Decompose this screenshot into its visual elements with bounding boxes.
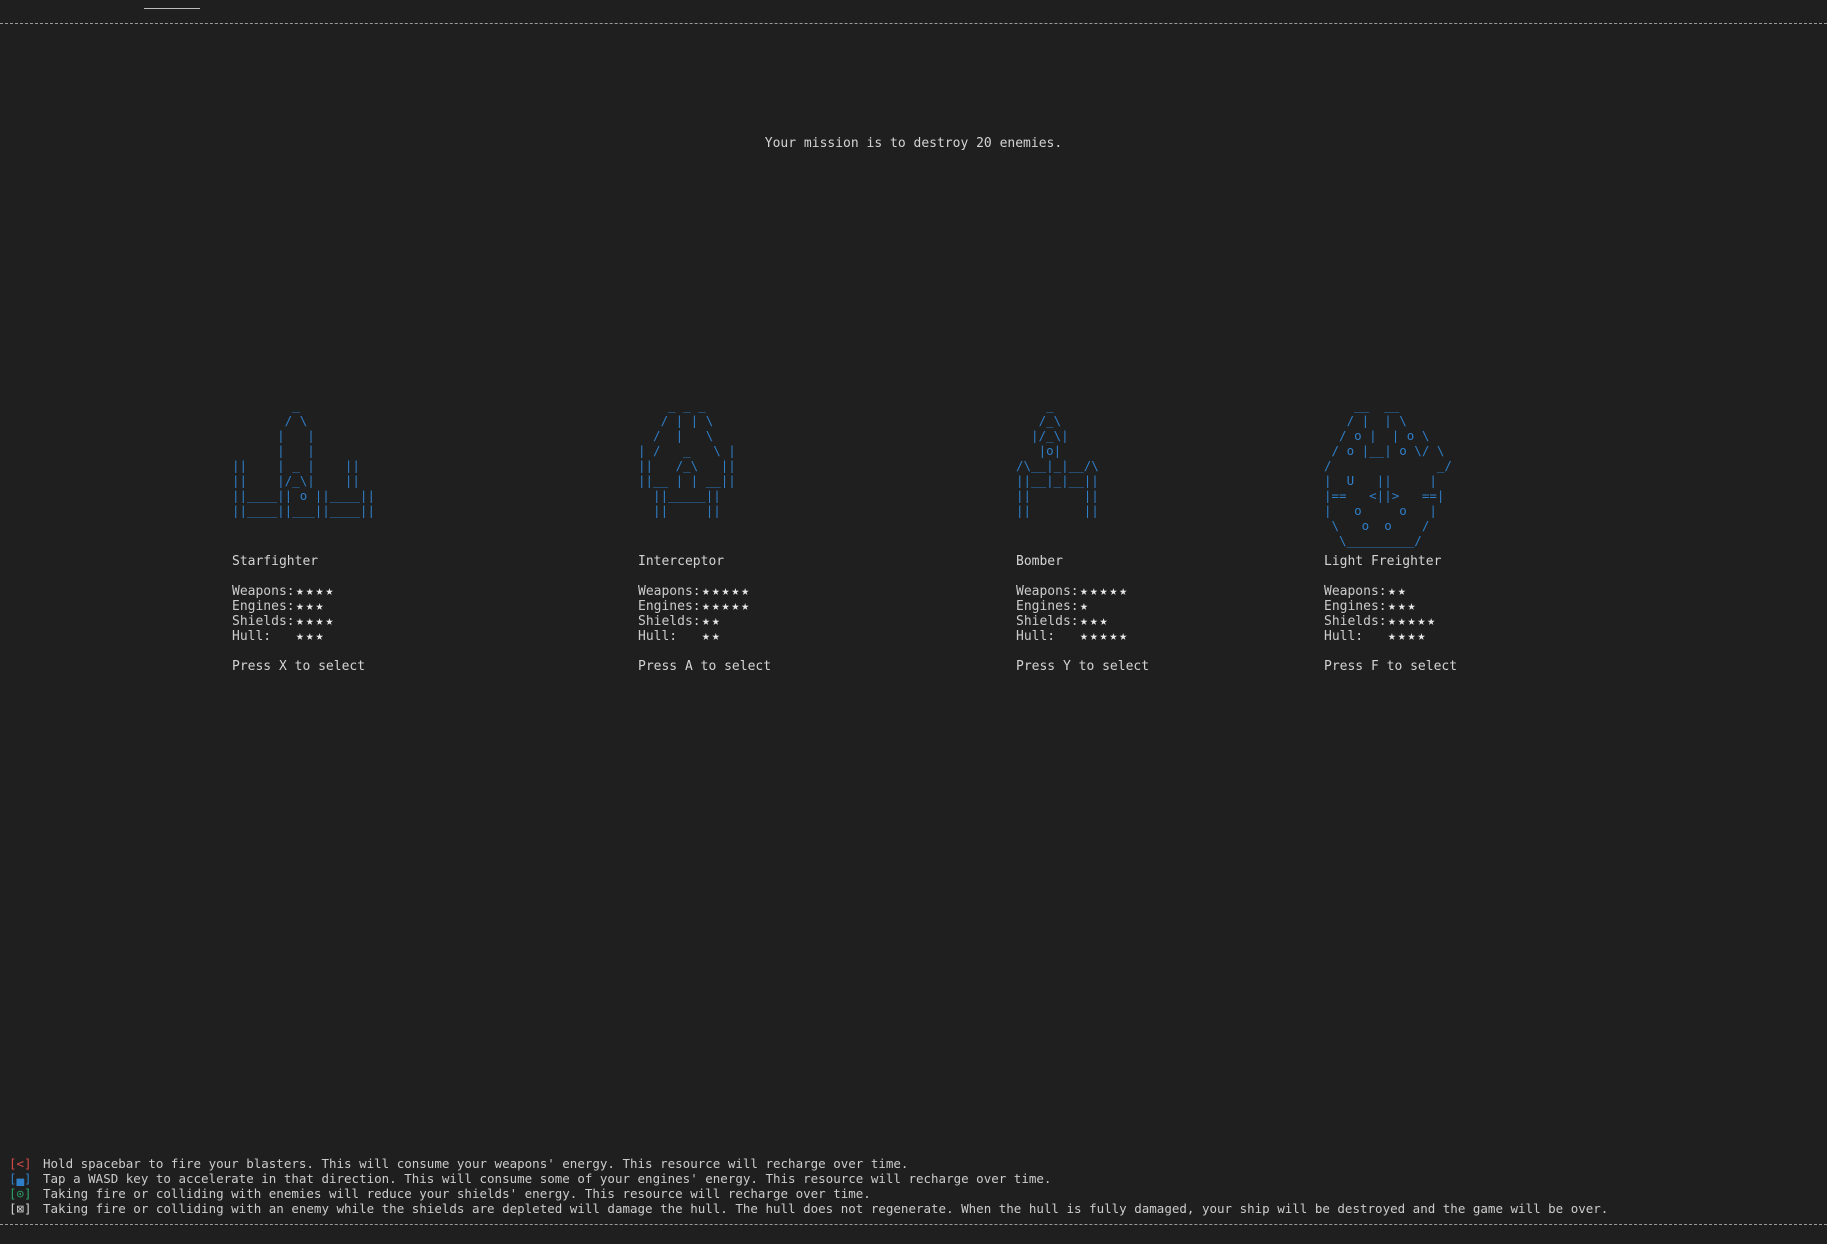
stat-hull: Hull: ★★★★★ (1016, 629, 1130, 644)
legend-text: Taking fire or colliding with enemies wi… (43, 1186, 871, 1201)
select-hint: Press F to select (1324, 659, 1458, 674)
controls-legend: [<] Hold spacebar to fire your blasters.… (9, 1156, 1608, 1216)
shields-stars: ★★★★ (296, 614, 336, 629)
stat-engines: Engines: ★★★★★ (638, 599, 752, 614)
legend-text: Taking fire or colliding with an enemy w… (43, 1201, 1609, 1216)
hull-stars: ★★ (702, 629, 722, 644)
weapons-stars: ★★★★★ (1080, 584, 1130, 599)
hull-stars: ★★★ (296, 629, 326, 644)
mission-text: Your mission is to destroy 20 enemies. (764, 136, 1063, 151)
stat-hull: Hull: ★★★ (232, 629, 326, 644)
blaster-icon: [<] (9, 1156, 32, 1171)
light-freighter-art: __ __ / | | \ / o | | o \ / o |__| o \/ … (1324, 398, 1452, 548)
select-hint: Press Y to select (1016, 659, 1150, 674)
ship-name: Light Freighter (1324, 554, 1442, 569)
select-hint: Press A to select (638, 659, 772, 674)
select-hint: Press X to select (232, 659, 366, 674)
engines-stars: ★ (1080, 599, 1090, 614)
stat-shields: Shields: ★★★★ (232, 614, 336, 629)
top-divider (0, 23, 1827, 24)
stat-engines: Engines: ★ (1016, 599, 1090, 614)
weapons-stars: ★★★★ (296, 584, 336, 599)
legend-text: Tap a WASD key to accelerate in that dir… (43, 1171, 1052, 1186)
stat-engines: Engines: ★★★ (1324, 599, 1418, 614)
bottom-divider (0, 1224, 1827, 1225)
engines-stars: ★★★ (296, 599, 326, 614)
ship-name: Interceptor (638, 554, 725, 569)
hull-stars: ★★★★★ (1080, 629, 1130, 644)
ship-card-light-freighter[interactable]: __ __ / | | \ / o | | o \ / o |__| o \/ … (1324, 398, 1457, 674)
active-tab-indicator (144, 8, 200, 9)
stat-weapons: Weapons: ★★ (1324, 584, 1408, 599)
shields-stars: ★★ (702, 614, 722, 629)
shields-stars: ★★★ (1080, 614, 1110, 629)
stat-weapons: Weapons: ★★★★ (232, 584, 336, 599)
legend-row-weapons: [<] Hold spacebar to fire your blasters.… (9, 1156, 1608, 1171)
stat-shields: Shields: ★★ (638, 614, 722, 629)
legend-row-engines: [▄] Tap a WASD key to accelerate in that… (9, 1171, 1608, 1186)
bomber-art: _ /_\ |/_\| |o| /\__|_|__/\ ||__|_|__|| … (1016, 398, 1099, 518)
interceptor-art: _ _ _ / | | \ / | \ | / _ \ | || /_\ || … (638, 398, 736, 518)
engines-stars: ★★★ (1388, 599, 1418, 614)
engines-stars: ★★★★★ (702, 599, 752, 614)
stat-shields: Shields: ★★★ (1016, 614, 1110, 629)
legend-row-hull: [⊠] Taking fire or colliding with an ene… (9, 1201, 1608, 1216)
stat-weapons: Weapons: ★★★★★ (1016, 584, 1130, 599)
ship-name: Starfighter (232, 554, 319, 569)
legend-row-shields: [⊙] Taking fire or colliding with enemie… (9, 1186, 1608, 1201)
stat-hull: Hull: ★★★★ (1324, 629, 1428, 644)
hull-icon: [⊠] (9, 1201, 32, 1216)
weapons-stars: ★★ (1388, 584, 1408, 599)
ship-card-starfighter[interactable]: _ / \ | | | | || | _ | || || |/_\| || ||… (232, 398, 375, 674)
stat-hull: Hull: ★★ (638, 629, 722, 644)
shield-icon: [⊙] (9, 1186, 32, 1201)
stat-engines: Engines: ★★★ (232, 599, 326, 614)
shields-stars: ★★★★★ (1388, 614, 1438, 629)
ship-card-bomber[interactable]: _ /_\ |/_\| |o| /\__|_|__/\ ||__|_|__|| … (1016, 398, 1149, 674)
engine-icon: [▄] (9, 1171, 32, 1186)
ship-card-interceptor[interactable]: _ _ _ / | | \ / | \ | / _ \ | || /_\ || … (638, 398, 771, 674)
hull-stars: ★★★★ (1388, 629, 1428, 644)
ship-name: Bomber (1016, 554, 1063, 569)
weapons-stars: ★★★★★ (702, 584, 752, 599)
legend-text: Hold spacebar to fire your blasters. Thi… (43, 1156, 909, 1171)
starfighter-art: _ / \ | | | | || | _ | || || |/_\| || ||… (232, 398, 375, 518)
stat-weapons: Weapons: ★★★★★ (638, 584, 752, 599)
stat-shields: Shields: ★★★★★ (1324, 614, 1438, 629)
